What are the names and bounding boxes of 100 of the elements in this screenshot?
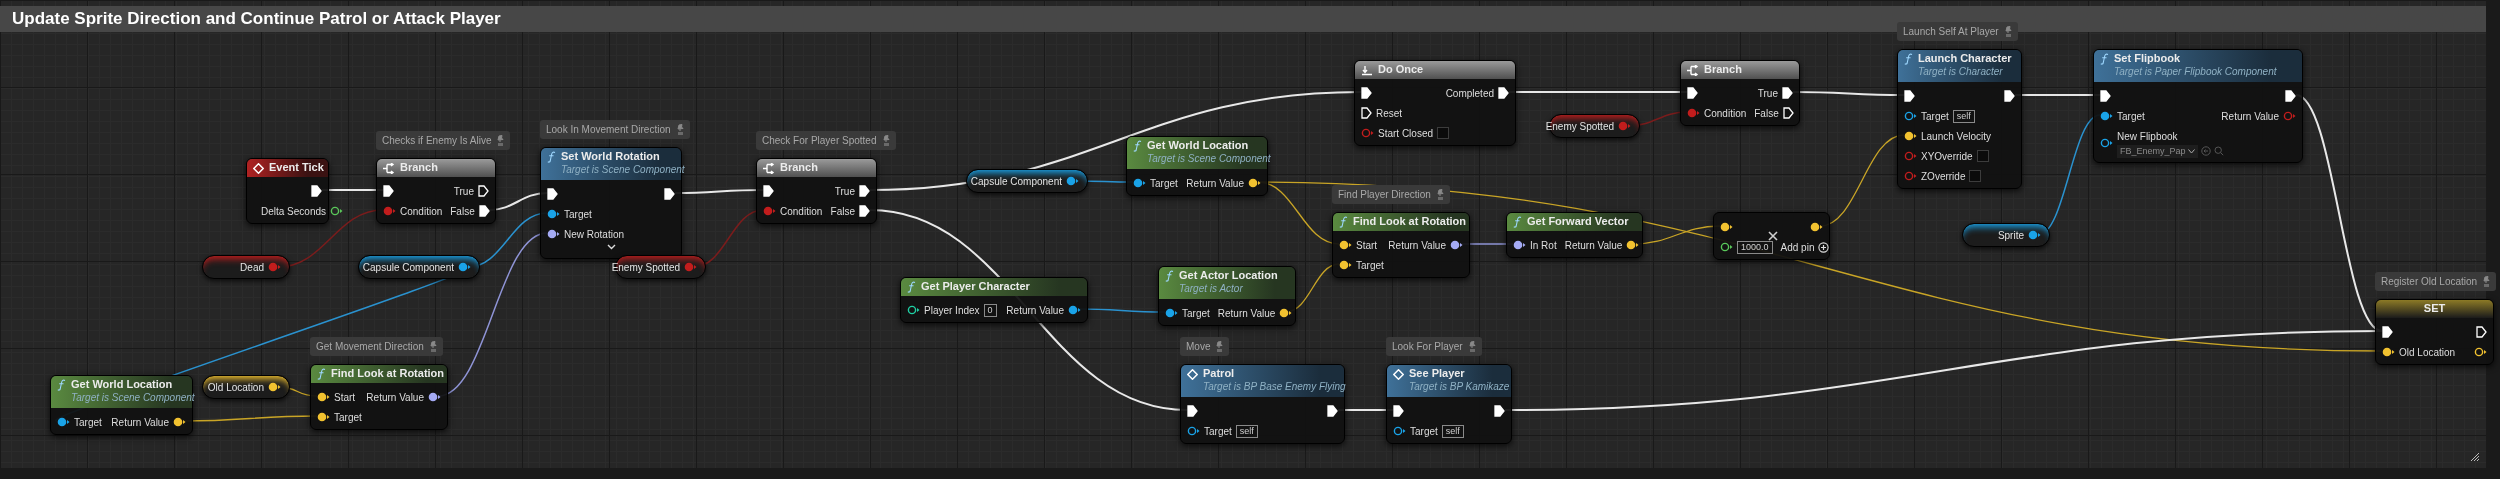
variable-node[interactable]: Sprite — [1962, 223, 2050, 247]
pin-icon[interactable] — [429, 340, 437, 353]
pin-icon[interactable] — [676, 123, 684, 136]
variable-node[interactable]: Capsule Component — [358, 255, 480, 279]
data-pin-icon[interactable] — [547, 229, 560, 239]
exec-pin-icon[interactable] — [1327, 405, 1338, 417]
data-pin-icon[interactable] — [1133, 178, 1146, 188]
resize-grip-icon[interactable] — [2470, 452, 2480, 462]
data-pin-icon[interactable] — [1339, 240, 1352, 250]
blueprint-node[interactable]: Get Actor Location Target is Actor Target Return Value — [1158, 266, 1296, 326]
exec-pin-icon[interactable] — [664, 188, 675, 200]
data-pin-icon[interactable] — [458, 262, 471, 272]
blueprint-node[interactable]: Branch True Condition False — [756, 158, 877, 224]
exec-pin-icon[interactable] — [478, 205, 490, 217]
variable-node[interactable]: Capsule Component — [966, 169, 1088, 193]
blueprint-node[interactable]: Do Once Completed Reset Start Closed — [1354, 60, 1516, 146]
pin-icon[interactable] — [2483, 275, 2491, 288]
exec-pin-icon[interactable] — [1494, 405, 1505, 417]
pin-icon[interactable] — [2004, 25, 2012, 38]
value-field[interactable]: self — [1235, 424, 1258, 438]
data-pin-icon[interactable] — [2100, 138, 2113, 148]
exec-pin-icon[interactable] — [2476, 326, 2487, 338]
blueprint-node[interactable]: Patrol Target is BP Base Enemy Flying Target self — [1180, 364, 1345, 444]
comment-bubble[interactable]: Find Player Direction — [1332, 185, 1450, 204]
data-pin-icon[interactable] — [1165, 308, 1178, 318]
exec-pin-icon[interactable] — [2382, 326, 2393, 338]
data-pin-icon[interactable] — [2474, 347, 2487, 357]
exec-pin-icon[interactable] — [547, 188, 558, 200]
blueprint-node[interactable]: Branch True Condition False — [376, 158, 496, 224]
data-pin-icon[interactable] — [1904, 111, 1917, 121]
blueprint-node[interactable]: SET Old Location — [2375, 299, 2494, 365]
plus-icon[interactable] — [1818, 241, 1830, 253]
exec-pin-icon[interactable] — [1361, 107, 1372, 119]
comment-bubble[interactable]: Check For Player Spotted — [756, 131, 896, 150]
blueprint-node[interactable]: Find Look at Rotation Start Return Value Target — [310, 364, 448, 430]
comment-bubble[interactable]: Launch Self At Player — [1897, 22, 2018, 41]
checkbox[interactable] — [1437, 127, 1450, 139]
blueprint-node[interactable]: 1000.0 Add pin — [1713, 212, 1830, 260]
data-pin-icon[interactable] — [1626, 240, 1640, 250]
data-pin-icon[interactable] — [428, 392, 441, 402]
exec-pin-icon[interactable] — [1361, 87, 1372, 99]
checkbox[interactable] — [1976, 150, 1989, 162]
comment-bubble[interactable]: Move — [1180, 337, 1230, 356]
comment-bubble[interactable]: Get Movement Direction — [310, 337, 443, 356]
data-pin-icon[interactable] — [1720, 222, 1733, 232]
variable-node[interactable]: Old Location — [202, 375, 290, 399]
exec-pin-icon[interactable] — [1687, 87, 1698, 99]
pin-icon[interactable] — [882, 134, 890, 147]
exec-pin-icon[interactable] — [311, 185, 322, 197]
data-pin-icon[interactable] — [1248, 178, 1261, 188]
exec-pin-icon[interactable] — [1498, 87, 1509, 99]
comment-bubble[interactable]: Register Old Location — [2375, 272, 2497, 291]
comment-bubble[interactable]: Look For Player — [1386, 337, 1482, 356]
pin-icon[interactable] — [1468, 340, 1476, 353]
blueprint-node[interactable]: Get World Location Target is Scene Component Target Return Value — [50, 375, 193, 435]
exec-pin-icon[interactable] — [478, 185, 489, 197]
data-pin-icon[interactable] — [317, 392, 330, 402]
data-pin-icon[interactable] — [1066, 176, 1079, 186]
data-pin-icon[interactable] — [330, 206, 344, 216]
data-pin-icon[interactable] — [1339, 260, 1352, 270]
data-pin-icon[interactable] — [2028, 230, 2041, 240]
data-pin-icon[interactable] — [1450, 240, 1463, 250]
data-pin-icon[interactable] — [1810, 222, 1823, 232]
chevron-down-icon[interactable] — [606, 244, 616, 250]
pin-icon[interactable] — [1436, 188, 1444, 201]
comment-bubble[interactable]: Look In Movement Direction — [540, 120, 690, 139]
exec-pin-icon[interactable] — [1782, 107, 1794, 119]
exec-pin-icon[interactable] — [1393, 405, 1404, 417]
value-field[interactable]: 1000.0 — [1737, 240, 1773, 254]
blueprint-node[interactable]: See Player Target is BP Kamikaze Target self — [1386, 364, 1512, 444]
variable-node[interactable]: Dead — [202, 255, 290, 279]
data-pin-icon[interactable] — [1904, 131, 1917, 141]
data-pin-icon[interactable] — [173, 417, 186, 427]
blueprint-node[interactable]: Set Flipbook Target is Paper Flipbook Component Target Return Value New Flipbook FB_Enemy_Pap — [2093, 49, 2303, 163]
asset-dropdown[interactable]: FB_Enemy_Pap — [2117, 144, 2198, 158]
exec-pin-icon[interactable] — [763, 185, 774, 197]
exec-pin-icon[interactable] — [1904, 90, 1915, 102]
data-pin-icon[interactable] — [1513, 240, 1526, 250]
blueprint-node[interactable]: Branch True Condition False — [1680, 60, 1800, 126]
data-pin-icon[interactable] — [1187, 426, 1200, 436]
data-pin-icon[interactable] — [1393, 426, 1406, 436]
exec-pin-icon[interactable] — [2285, 90, 2296, 102]
exec-pin-icon[interactable] — [1782, 87, 1793, 99]
exec-pin-icon[interactable] — [2004, 90, 2015, 102]
data-pin-icon[interactable] — [317, 412, 330, 422]
data-pin-icon[interactable] — [268, 382, 281, 392]
exec-pin-icon[interactable] — [383, 185, 394, 197]
data-pin-icon[interactable] — [2382, 347, 2395, 357]
exec-pin-icon[interactable] — [2100, 90, 2111, 102]
checkbox[interactable] — [1969, 170, 1982, 182]
data-pin-icon[interactable] — [1720, 242, 1733, 252]
comment-bubble[interactable]: Checks if Enemy Is Alive — [376, 131, 511, 150]
data-pin-icon[interactable] — [907, 305, 920, 315]
exec-pin-icon[interactable] — [859, 205, 870, 217]
exec-pin-icon[interactable] — [859, 185, 870, 197]
data-pin-icon[interactable] — [547, 209, 560, 219]
pin-icon[interactable] — [497, 134, 505, 147]
data-pin-icon[interactable] — [1279, 308, 1293, 318]
blueprint-node[interactable]: Get Player Character Player Index 0 Return Value — [900, 277, 1088, 323]
blueprint-node[interactable]: Get Forward Vector In Rot Return Value — [1506, 212, 1643, 258]
